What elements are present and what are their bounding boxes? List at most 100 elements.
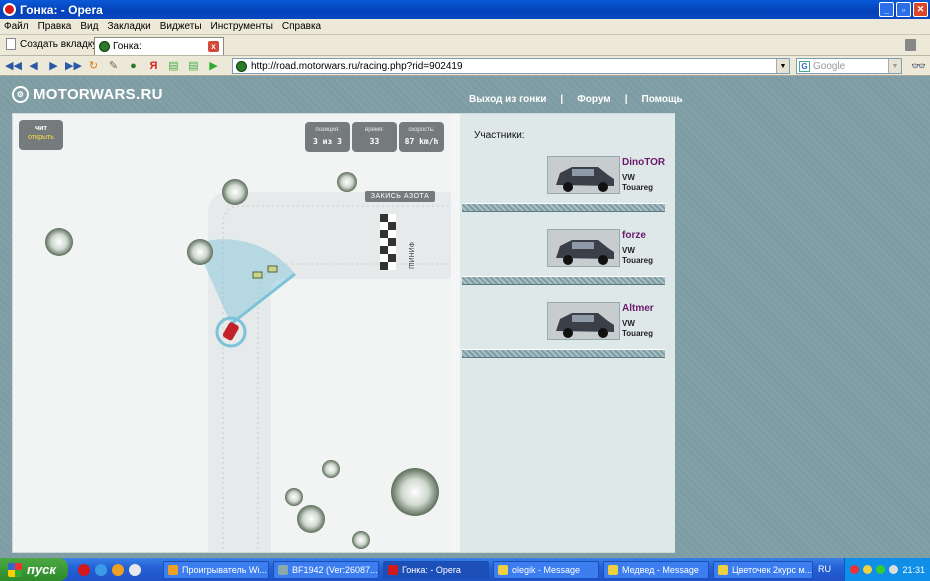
taskbar-item-label: Проигрыватель Wi... xyxy=(182,564,267,575)
taskbar-item-label: Гонка: - Opera xyxy=(402,564,461,575)
participant-name[interactable]: forze xyxy=(622,230,646,241)
menu-file[interactable]: Файл xyxy=(4,21,29,32)
menu-bookmarks[interactable]: Закладки xyxy=(107,21,150,32)
finish-line xyxy=(380,214,396,270)
reload-icon[interactable]: ↻ xyxy=(86,58,101,73)
ie-quick-icon[interactable] xyxy=(95,563,107,576)
search-dropdown-icon[interactable]: ▼ xyxy=(888,59,901,73)
go-icon[interactable]: ▶ xyxy=(206,58,221,73)
taskbar-item-message-tsvetochek[interactable]: Цветочек 2курс м... xyxy=(713,560,813,579)
start-label: пуск xyxy=(27,562,56,577)
start-button[interactable]: пуск xyxy=(0,558,68,581)
menu-widgets[interactable]: Виджеты xyxy=(160,21,202,32)
tray-icon[interactable] xyxy=(876,565,886,574)
maximize-button[interactable]: ▫ xyxy=(896,2,911,17)
cheat-open-link[interactable]: открыть xyxy=(19,134,63,141)
bookmark-icon[interactable]: ▤ xyxy=(166,58,181,73)
participant-name[interactable]: Altmer xyxy=(622,303,654,314)
tab-race-label: Гонка: xyxy=(113,41,142,52)
menu-edit[interactable]: Правка xyxy=(38,21,72,32)
address-favicon xyxy=(236,60,247,72)
nitro-label: ЗАКИСЬ АЗОТА xyxy=(365,191,435,202)
taskbar-item-opera[interactable]: Гонка: - Opera xyxy=(383,560,489,579)
nav-help[interactable]: Помощь xyxy=(642,94,683,105)
menu-help[interactable]: Справка xyxy=(282,21,321,32)
media-quick-icon[interactable] xyxy=(112,563,124,576)
race-frame: ФИНИШ чит открыть позиция: 3 из 3 время:… xyxy=(12,113,675,553)
minimize-button[interactable]: _ xyxy=(879,2,894,17)
race-track[interactable]: ФИНИШ чит открыть позиция: 3 из 3 время:… xyxy=(13,114,451,552)
car-thumbnail xyxy=(547,229,620,267)
window-titlebar: Гонка: - Opera _ ▫ ✕ xyxy=(0,0,930,19)
window-title: Гонка: - Opera xyxy=(20,2,103,17)
nav-toolbar: ◀◀ ◀ ▶ ▶▶ ↻ ✎ ● Я ▤ ▤ ▶ http://road.moto… xyxy=(0,56,930,76)
car-thumbnail xyxy=(547,156,620,194)
taskbar-item-label: Цветочек 2курс м... xyxy=(732,564,813,575)
forward-icon[interactable]: ▶ xyxy=(46,58,61,73)
new-tab-button[interactable]: Создать вкладку xyxy=(6,38,97,50)
address-url: http://road.motorwars.ru/racing.php?rid=… xyxy=(251,60,463,72)
quick-launch xyxy=(78,563,141,576)
tray-icon[interactable] xyxy=(863,565,873,574)
trash-icon[interactable] xyxy=(905,39,916,51)
participant-car: VW Touareg xyxy=(622,173,653,192)
google-icon: G xyxy=(799,60,810,72)
address-bar[interactable]: http://road.motorwars.ru/racing.php?rid=… xyxy=(232,58,790,74)
new-tab-icon xyxy=(6,38,16,50)
participant-car: VW Touareg xyxy=(622,319,653,338)
track-map: ФИНИШ xyxy=(45,172,451,552)
logo-text: MOTORWARS.RU xyxy=(33,86,163,103)
cheat-panel[interactable]: чит открыть xyxy=(19,120,63,150)
participant-item[interactable]: Altmer VW Touareg xyxy=(547,302,667,342)
participant-name[interactable]: DinoTOR xyxy=(622,157,665,168)
yandex-icon[interactable]: Я xyxy=(146,58,161,73)
speed-panel: скорость: 87 km/h xyxy=(399,122,444,152)
close-button[interactable]: ✕ xyxy=(913,2,928,17)
participants-title: Участники: xyxy=(474,130,525,141)
rewind-icon[interactable]: ◀◀ xyxy=(5,58,22,73)
opera-task-icon xyxy=(388,564,398,575)
menu-bar: Файл Правка Вид Закладки Виджеты Инструм… xyxy=(0,19,930,35)
new-tab-label: Создать вкладку xyxy=(20,38,98,50)
fast-forward-icon[interactable]: ▶▶ xyxy=(65,58,82,73)
desktop-quick-icon[interactable] xyxy=(129,563,141,576)
opponent-car xyxy=(252,271,263,279)
search-field[interactable]: G Google ▼ xyxy=(796,58,902,74)
time-label: время: xyxy=(365,127,384,133)
edit-icon[interactable]: ✎ xyxy=(106,58,121,73)
back-icon[interactable]: ◀ xyxy=(26,58,41,73)
tray-icon[interactable] xyxy=(889,565,899,574)
nav-forum[interactable]: Форум xyxy=(577,94,610,105)
media-player-icon xyxy=(168,564,178,575)
tab-race[interactable]: Гонка: x xyxy=(94,37,224,55)
opponent-car xyxy=(267,265,278,273)
menu-view[interactable]: Вид xyxy=(80,21,98,32)
taskbar-item-bf1942[interactable]: BF1942 (Ver:26087... xyxy=(273,560,379,579)
time-panel: время: 33 xyxy=(352,122,397,152)
bookmark-add-icon[interactable]: ▤ xyxy=(186,58,201,73)
menu-tools[interactable]: Инструменты xyxy=(211,21,273,32)
participant-car: VW Touareg xyxy=(622,246,653,265)
glasses-icon[interactable]: 👓 xyxy=(911,59,926,73)
taskbar-item-message-medved[interactable]: Медвед - Message xyxy=(603,560,709,579)
nav-exit-race[interactable]: Выход из гонки xyxy=(469,94,546,105)
taskbar-item-message-olegik[interactable]: olegik - Message xyxy=(493,560,599,579)
tab-close-icon[interactable]: x xyxy=(208,41,219,52)
home-icon[interactable]: ● xyxy=(126,58,141,73)
position-panel: позиция: 3 из 3 xyxy=(305,122,350,152)
site-logo[interactable]: ⚙ MOTORWARS.RU xyxy=(12,86,163,103)
taskbar-item-media-player[interactable]: Проигрыватель Wi... xyxy=(163,560,269,579)
participant-item[interactable]: DinoTOR VW Touareg xyxy=(547,156,667,196)
opera-quick-icon[interactable] xyxy=(78,563,90,576)
participant-divider xyxy=(462,276,665,285)
windows-logo-icon xyxy=(8,562,22,577)
tray-icon[interactable] xyxy=(850,565,860,574)
motorwars-favicon xyxy=(99,41,110,52)
participant-item[interactable]: forze VW Touareg xyxy=(547,229,667,269)
car-thumbnail xyxy=(547,302,620,340)
position-label: позиция: xyxy=(315,127,340,133)
language-indicator[interactable]: RU xyxy=(818,564,831,574)
nav-separator: | xyxy=(560,94,564,105)
message-icon xyxy=(718,564,728,575)
address-dropdown-icon[interactable]: ▼ xyxy=(776,59,789,73)
